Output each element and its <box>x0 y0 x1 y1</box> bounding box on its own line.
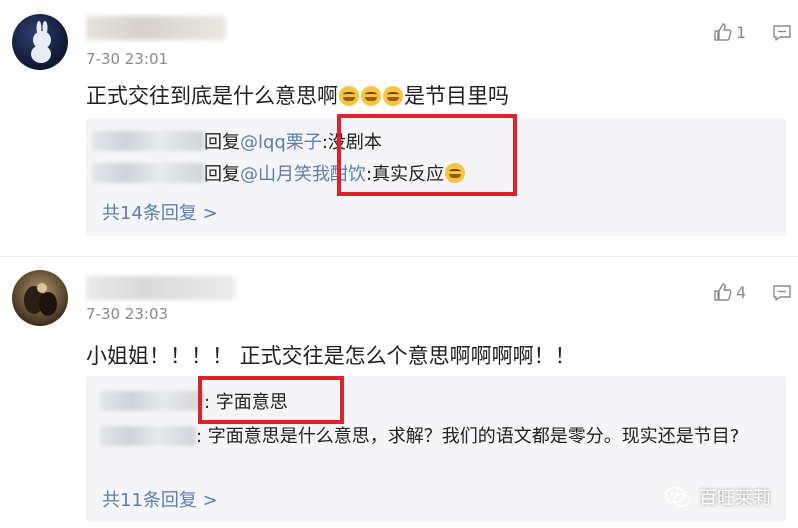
username-blurred[interactable] <box>86 276 236 300</box>
comment-icon <box>773 25 791 41</box>
highlight-box <box>337 114 517 196</box>
avatar[interactable] <box>12 14 68 70</box>
thumbs-up-icon <box>714 23 732 41</box>
thumbs-up-icon <box>714 283 732 301</box>
highlight-box <box>198 376 344 424</box>
watermark-text: 百旺莱莉 <box>699 488 771 509</box>
like-count: 4 <box>736 282 747 302</box>
laugh-cry-emoji <box>339 86 359 106</box>
comment-text: 正式交往到底是什么意思啊 是节目里吗 <box>86 84 509 108</box>
more-replies-link[interactable]: 共11条回复 > <box>102 486 218 512</box>
comment-text: 小姐姐！！！！ 正式交往是怎么个意思啊啊啊啊！！ <box>86 344 576 368</box>
like-count: 1 <box>736 22 747 42</box>
laugh-cry-emoji <box>383 86 403 106</box>
reply-button[interactable] <box>772 24 792 42</box>
reply-item[interactable]: : 字面意思是什么意思，求解？我们的语文都是零分。现实还是节目? <box>100 422 780 451</box>
reply-mention[interactable]: @lqq栗子 <box>240 128 322 154</box>
more-replies-link[interactable]: 共14条回复 > <box>102 199 218 225</box>
comment-time: 7-30 23:03 <box>86 305 169 323</box>
reply-username-blurred <box>92 163 204 183</box>
reply-username-blurred <box>92 131 204 151</box>
wechat-icon <box>665 486 691 507</box>
watermark: 百旺莱莉 <box>665 484 771 510</box>
comment-icon <box>773 285 791 301</box>
like-button[interactable]: 1 <box>713 22 746 42</box>
divider <box>0 256 798 257</box>
reply-button[interactable] <box>772 284 792 302</box>
laugh-cry-emoji <box>361 86 381 106</box>
avatar[interactable] <box>12 270 68 326</box>
reply-username-blurred <box>100 426 196 446</box>
reply-username-blurred <box>100 391 204 411</box>
username-blurred[interactable] <box>86 16 226 40</box>
comment-time: 7-30 23:01 <box>86 50 169 68</box>
like-button[interactable]: 4 <box>713 282 746 302</box>
